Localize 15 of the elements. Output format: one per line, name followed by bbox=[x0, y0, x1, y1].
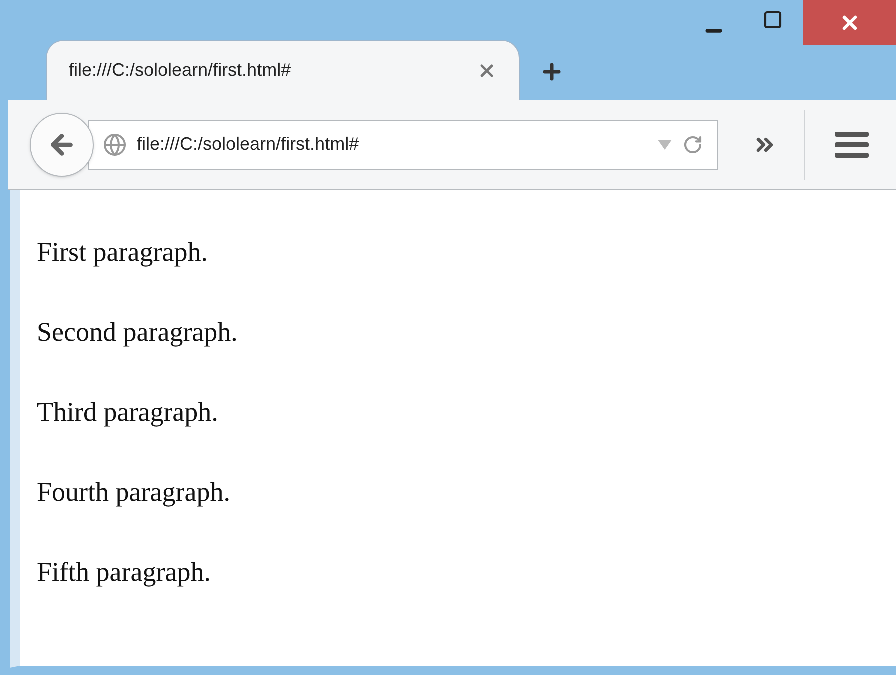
close-button[interactable] bbox=[803, 0, 896, 45]
reload-icon[interactable] bbox=[683, 134, 703, 154]
paragraph: First paragraph. bbox=[37, 236, 209, 269]
tab-title: file:///C:/sololearn/first.html# bbox=[69, 59, 292, 82]
paragraph: Third paragraph. bbox=[37, 396, 220, 429]
url-text: file:///C:/sololearn/first.html# bbox=[137, 133, 360, 156]
paragraph: Fifth paragraph. bbox=[37, 556, 212, 589]
back-button[interactable] bbox=[30, 112, 94, 176]
paragraph: Second paragraph. bbox=[37, 316, 239, 349]
menu-icon[interactable] bbox=[835, 130, 869, 158]
browser-tab[interactable]: file:///C:/sololearn/first.html# bbox=[46, 40, 520, 100]
globe-icon bbox=[103, 132, 127, 156]
paragraph: Fourth paragraph. bbox=[37, 476, 232, 509]
address-field[interactable]: file:///C:/sololearn/first.html# bbox=[88, 120, 718, 170]
maximize-icon[interactable] bbox=[763, 10, 783, 30]
